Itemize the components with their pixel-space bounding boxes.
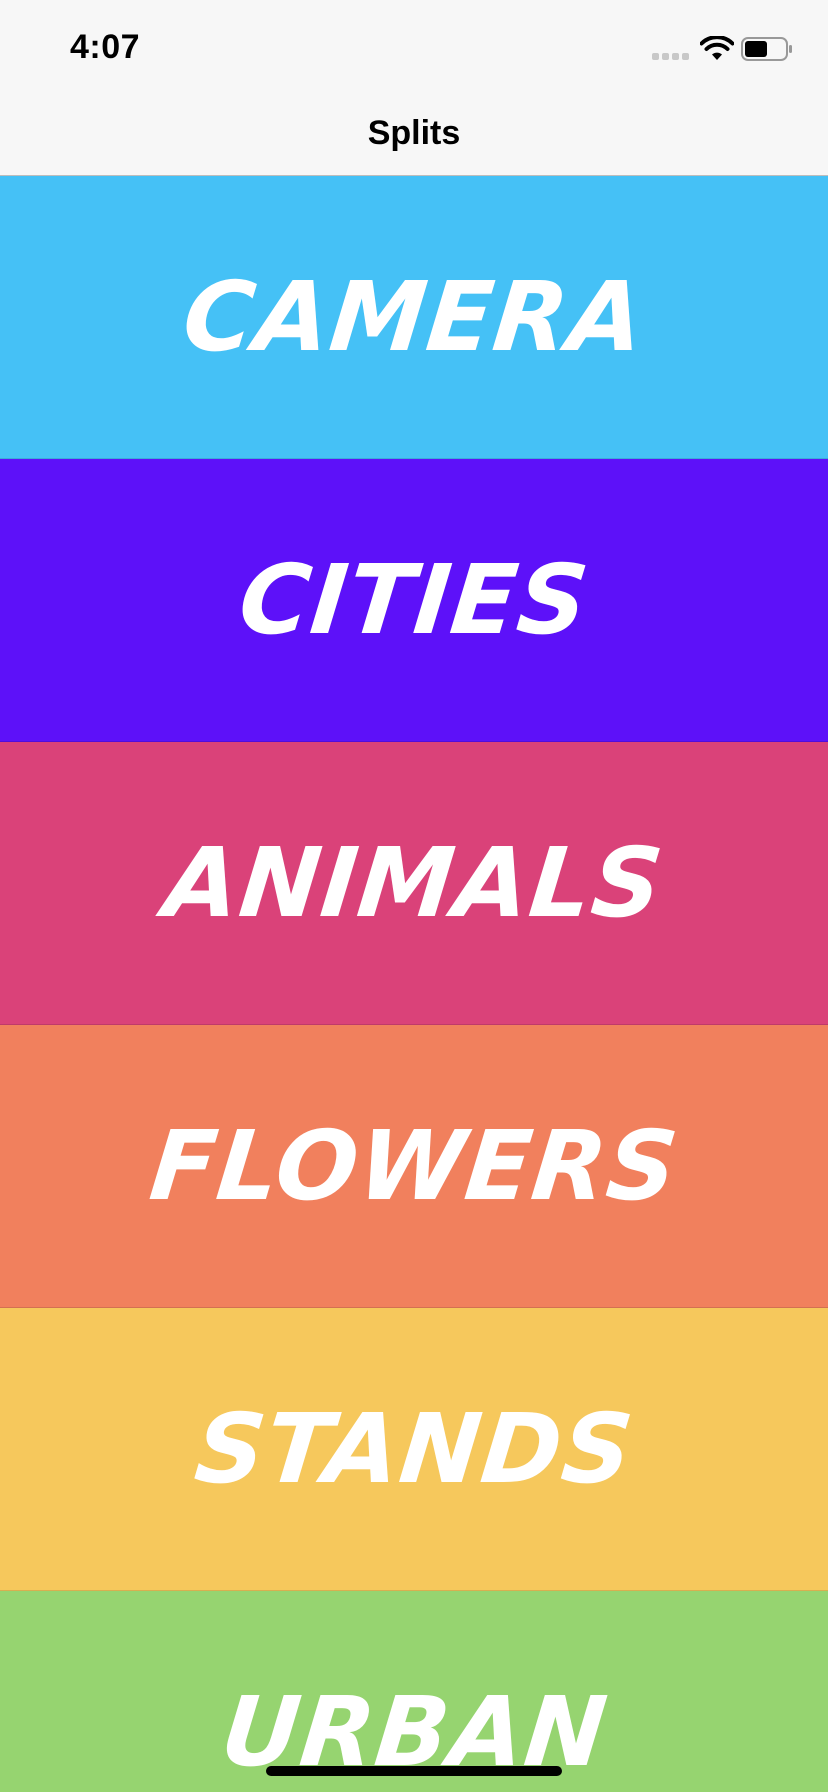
category-label: CAMERA [178, 261, 650, 373]
page-title: Splits [367, 114, 461, 152]
status-time: 4:07 [70, 28, 141, 66]
category-label: ANIMALS [159, 827, 669, 939]
category-tile-stands[interactable]: STANDS [0, 1308, 828, 1591]
category-label: FLOWERS [144, 1110, 684, 1222]
category-tile-urban[interactable]: URBAN [0, 1591, 828, 1792]
category-tile-cities[interactable]: CITIES [0, 459, 828, 742]
home-indicator[interactable] [266, 1766, 562, 1776]
wifi-icon [700, 36, 734, 60]
signal-icon [652, 53, 689, 60]
category-list: CAMERA CITIES ANIMALS FLOWERS STANDS URB… [0, 176, 828, 1792]
category-tile-flowers[interactable]: FLOWERS [0, 1025, 828, 1308]
category-label: STANDS [189, 1393, 639, 1505]
status-bar: 4:07 [0, 0, 828, 100]
navigation-bar: Splits [0, 100, 828, 176]
category-tile-animals[interactable]: ANIMALS [0, 742, 828, 1025]
battery-icon [741, 37, 792, 61]
category-tile-camera[interactable]: CAMERA [0, 176, 828, 459]
category-label: CITIES [234, 544, 594, 656]
